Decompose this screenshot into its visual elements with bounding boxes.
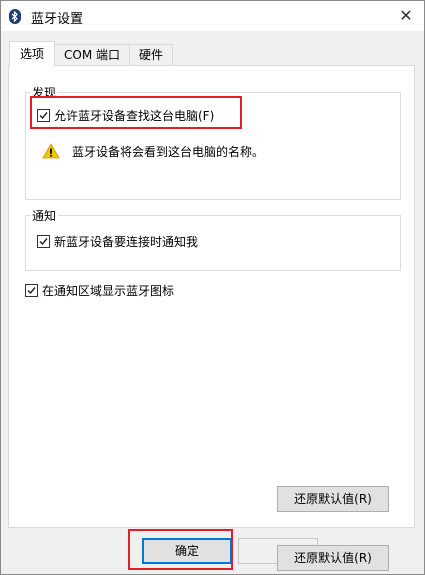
restore-defaults-button-panel[interactable]: 还原默认值(R) <box>277 486 389 512</box>
bluetooth-settings-dialog: 蓝牙设置 ✕ 选项 COM 端口 硬件 发现 允许蓝牙设备查找这台电脑(F) 蓝… <box>0 0 425 575</box>
notify-legend: 通知 <box>30 207 59 224</box>
tab-com-port[interactable]: COM 端口 <box>54 44 130 65</box>
tray-icon-checkbox[interactable] <box>25 284 38 297</box>
warning-icon <box>42 143 60 159</box>
warning-text: 蓝牙设备将会看到这台电脑的名称。 <box>72 145 265 159</box>
title-bar: 蓝牙设置 ✕ <box>1 1 424 31</box>
window-title: 蓝牙设置 <box>31 12 84 27</box>
tab-hardware[interactable]: 硬件 <box>129 44 173 65</box>
restore-defaults-button-bottom[interactable]: 还原默认值(R) <box>277 545 389 571</box>
new-device-label[interactable]: 新蓝牙设备要连接时通知我 <box>54 233 198 250</box>
highlight-box-allow-find <box>30 96 242 129</box>
tray-icon-label[interactable]: 在通知区域显示蓝牙图标 <box>42 282 174 299</box>
tab-options[interactable]: 选项 <box>9 41 55 66</box>
close-button[interactable]: ✕ <box>388 1 424 31</box>
notify-group: 通知 新蓝牙设备要连接时通知我 <box>25 207 401 271</box>
highlight-box-ok <box>128 529 233 570</box>
bluetooth-icon <box>9 9 21 24</box>
options-panel: 发现 允许蓝牙设备查找这台电脑(F) 蓝牙设备将会看到这台电脑的名称。 通知 新… <box>8 65 415 528</box>
new-device-checkbox[interactable] <box>37 235 50 248</box>
